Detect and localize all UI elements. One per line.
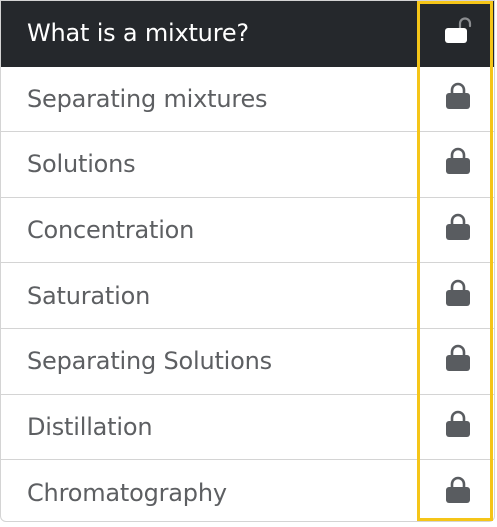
lesson-label: Separating Solutions (27, 347, 272, 376)
padlock-icon (419, 395, 494, 460)
lesson-row-solutions[interactable]: Solutions (1, 132, 494, 198)
lesson-label: What is a mixture? (27, 19, 249, 48)
lesson-row-concentration[interactable]: Concentration (1, 198, 494, 264)
lesson-label: Chromatography (27, 478, 227, 507)
lesson-label: Concentration (27, 216, 195, 245)
padlock-icon (419, 198, 494, 263)
lesson-label: Solutions (27, 150, 136, 179)
padlock-icon (419, 329, 494, 394)
padlock-icon (419, 132, 494, 197)
unlocked-padlock-icon (419, 1, 494, 66)
lesson-label: Distillation (27, 412, 153, 441)
lesson-row-separating-mixtures[interactable]: Separating mixtures (1, 67, 494, 133)
lesson-row-saturation[interactable]: Saturation (1, 263, 494, 329)
lesson-row-separating-solutions[interactable]: Separating Solutions (1, 329, 494, 395)
lesson-row-what-is-a-mixture[interactable]: What is a mixture? (1, 1, 494, 67)
padlock-icon (419, 67, 494, 132)
lesson-label: Saturation (27, 281, 151, 310)
lesson-list: What is a mixture? Separating mixtures S… (0, 0, 495, 522)
padlock-icon (419, 460, 494, 521)
lesson-row-distillation[interactable]: Distillation (1, 395, 494, 461)
lesson-row-chromatography[interactable]: Chromatography (1, 460, 494, 521)
lesson-label: Separating mixtures (27, 84, 268, 113)
padlock-icon (419, 263, 494, 328)
